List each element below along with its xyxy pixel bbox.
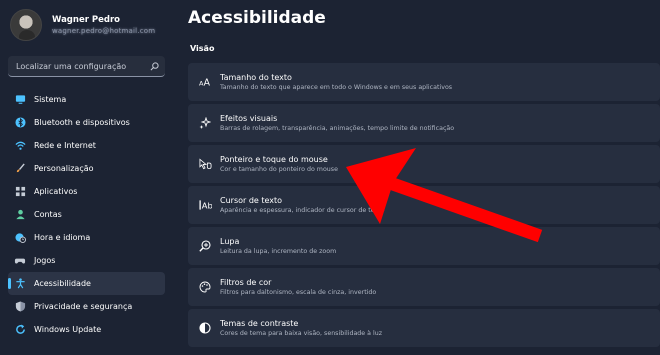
card-text: Cursor de texto Aparência e espessura, i… (220, 196, 385, 214)
search-input[interactable] (16, 61, 149, 71)
card-text: Tamanho do texto Tamanho do texto que ap… (220, 73, 452, 91)
sidebar-item-label: Windows Update (34, 325, 102, 334)
update-icon (14, 324, 26, 336)
sidebar-item-label: Jogos (34, 256, 56, 265)
sidebar: Wagner Pedro wagner.pedro@hotmail.com Si… (0, 0, 176, 355)
sidebar-item-label: Contas (34, 210, 62, 219)
accessibility-icon (14, 278, 26, 290)
sparkle-icon (198, 116, 212, 130)
bluetooth-icon (14, 117, 26, 129)
wifi-icon (14, 140, 26, 152)
card-text: Ponteiro e toque do mouse Cor e tamanho … (220, 155, 338, 173)
setting-card-tamanho-texto[interactable]: AA Tamanho do texto Tamanho do texto que… (188, 63, 660, 101)
sidebar-item-sistema[interactable]: Sistema (8, 88, 165, 111)
sidebar-item-aplicativos[interactable]: Aplicativos (8, 180, 165, 203)
text-size-icon: AA (198, 75, 212, 89)
sidebar-item-label: Hora e idioma (34, 233, 91, 242)
card-description: Leitura da lupa, incremento de zoom (220, 248, 337, 255)
card-description: Cores de tema para baixa visão, sensibil… (220, 330, 383, 337)
card-title: Tamanho do texto (220, 73, 292, 82)
sidebar-item-hora[interactable]: Hora e idioma (8, 226, 165, 249)
sidebar-item-bluetooth[interactable]: Bluetooth e dispositivos (8, 111, 165, 134)
globe-clock-icon (14, 232, 26, 244)
sidebar-item-jogos[interactable]: Jogos (8, 249, 165, 272)
sidebar-item-rede[interactable]: Rede e Internet (8, 134, 165, 157)
card-description: Aparência e espessura, indicador de curs… (220, 207, 385, 214)
sidebar-item-label: Personalização (34, 164, 94, 173)
setting-card-temas-contraste[interactable]: Temas de contraste Cores de tema para ba… (188, 309, 660, 347)
shield-icon (14, 301, 26, 313)
sidebar-item-label: Aplicativos (34, 187, 78, 196)
card-text: Temas de contraste Cores de tema para ba… (220, 319, 382, 337)
search-box[interactable] (8, 56, 165, 77)
card-description: Cor e tamanho do ponteiro do mouse (220, 166, 338, 173)
card-title: Temas de contraste (220, 319, 299, 328)
contrast-icon (198, 321, 212, 335)
setting-card-cursor-texto[interactable]: Ab Cursor de texto Aparência e espessura… (188, 186, 660, 224)
setting-card-filtros-cor[interactable]: Filtros de cor Filtros para daltonismo, … (188, 268, 660, 306)
sidebar-item-label: Rede e Internet (34, 141, 96, 150)
card-title: Efeitos visuais (220, 114, 278, 123)
brush-icon (14, 163, 26, 175)
card-text: Lupa Leitura da lupa, incremento de zoom (220, 237, 336, 255)
card-title: Ponteiro e toque do mouse (220, 155, 328, 164)
sidebar-item-label: Bluetooth e dispositivos (34, 118, 130, 127)
sidebar-item-label: Privacidade e segurança (34, 302, 133, 311)
profile-email: wagner.pedro@hotmail.com (52, 27, 156, 35)
apps-icon (14, 186, 26, 198)
person-icon (14, 209, 26, 221)
svg-text:Ab: Ab (201, 201, 211, 211)
card-title: Cursor de texto (220, 196, 283, 205)
user-profile[interactable]: Wagner Pedro wagner.pedro@hotmail.com (10, 9, 155, 41)
avatar[interactable] (10, 9, 42, 41)
setting-card-ponteiro-mouse[interactable]: Ponteiro e toque do mouse Cor e tamanho … (188, 145, 660, 183)
sidebar-item-windows-update[interactable]: Windows Update (8, 318, 165, 341)
settings-list: AA Tamanho do texto Tamanho do texto que… (188, 63, 660, 350)
card-description: Tamanho do texto que aparece em todo o W… (220, 84, 453, 91)
page-title: Acessibilidade (188, 8, 326, 28)
card-text: Efeitos visuais Barras de rolagem, trans… (220, 114, 454, 132)
profile-text: Wagner Pedro wagner.pedro@hotmail.com (52, 15, 155, 35)
sidebar-nav: Sistema Bluetooth e dispositivos Rede e … (8, 88, 165, 341)
profile-name: Wagner Pedro (52, 15, 120, 25)
svg-text:A: A (203, 78, 210, 88)
card-title: Lupa (220, 237, 240, 246)
sidebar-item-privacidade[interactable]: Privacidade e segurança (8, 295, 165, 318)
sidebar-item-personalizacao[interactable]: Personalização (8, 157, 165, 180)
sidebar-item-acessibilidade[interactable]: Acessibilidade (8, 272, 165, 295)
sidebar-item-contas[interactable]: Contas (8, 203, 165, 226)
setting-card-efeitos-visuais[interactable]: Efeitos visuais Barras de rolagem, trans… (188, 104, 660, 142)
main-content: Acessibilidade Visão AA Tamanho do texto… (188, 0, 660, 355)
palette-icon (198, 280, 212, 294)
section-title: Visão (190, 44, 215, 53)
text-cursor-icon: Ab (198, 198, 212, 212)
search-icon[interactable] (149, 61, 159, 71)
card-description: Filtros para daltonismo, escala de cinza… (220, 289, 377, 296)
gamepad-icon (14, 255, 26, 267)
mouse-pointer-icon (198, 157, 212, 171)
setting-card-lupa[interactable]: Lupa Leitura da lupa, incremento de zoom (188, 227, 660, 265)
card-title: Filtros de cor (220, 278, 272, 287)
magnifier-icon (198, 239, 212, 253)
card-description: Barras de rolagem, transparência, animaç… (220, 125, 455, 132)
card-text: Filtros de cor Filtros para daltonismo, … (220, 278, 376, 296)
sidebar-item-label: Sistema (34, 95, 67, 104)
sidebar-item-label: Acessibilidade (34, 279, 91, 288)
monitor-icon (14, 94, 26, 106)
